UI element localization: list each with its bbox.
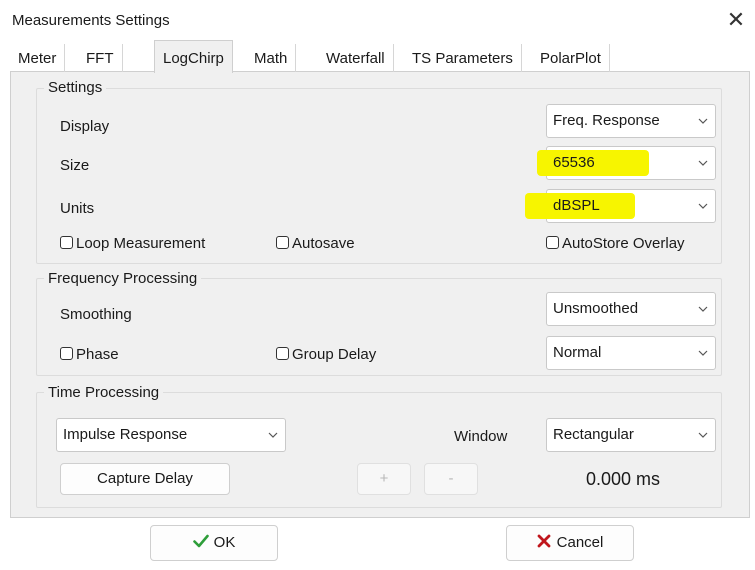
display-select-value: Freq. Response (553, 112, 660, 129)
smoothing-label: Smoothing (60, 306, 132, 323)
settings-group-title: Settings (44, 79, 107, 97)
checkmark-icon (192, 534, 209, 548)
chevron-down-icon (698, 350, 708, 356)
size-label: Size (60, 157, 90, 174)
display-select[interactable]: Freq. Response (546, 104, 716, 138)
checkbox-box (546, 236, 559, 249)
frequency-mode-value: Normal (553, 344, 602, 361)
loop-measurement-checkbox[interactable]: Loop Measurement (60, 234, 205, 254)
checkbox-box (60, 347, 73, 360)
autosave-checkbox[interactable]: Autosave (276, 234, 355, 254)
window-title: Measurements Settings (12, 12, 170, 29)
units-select[interactable]: dBSPL (525, 189, 716, 223)
delay-value: 0.000 ms (586, 469, 661, 489)
increment-button[interactable]: + (357, 463, 411, 495)
chevron-down-icon (698, 306, 708, 312)
tab-math[interactable]: Math (246, 44, 297, 72)
phase-checkbox[interactable]: Phase (60, 345, 119, 365)
capture-delay-button[interactable]: Capture Delay (60, 463, 230, 495)
group-delay-checkbox[interactable]: Group Delay (276, 345, 376, 365)
chevron-down-icon (698, 432, 708, 438)
window-select[interactable]: Rectangular (546, 418, 716, 452)
display-label: Display (60, 118, 110, 135)
chevron-down-icon (268, 432, 278, 438)
tab-polarplot[interactable]: PolarPlot (532, 44, 610, 72)
cancel-label: Cancel (556, 534, 604, 551)
autosave-label: Autosave (292, 235, 355, 252)
smoothing-select-value: Unsmoothed (553, 300, 639, 317)
tab-fft[interactable]: FFT (78, 44, 123, 72)
tab-meter[interactable]: Meter (10, 44, 66, 72)
units-label: Units (60, 200, 95, 217)
response-type-value: Impulse Response (63, 426, 188, 443)
smoothing-select[interactable]: Unsmoothed (546, 292, 716, 326)
size-select-value: 65536 (553, 154, 595, 171)
phase-label: Phase (76, 346, 119, 363)
autostore-overlay-checkbox[interactable]: AutoStore Overlay (546, 234, 685, 254)
group-delay-label: Group Delay (292, 346, 377, 363)
tab-ts-parameters[interactable]: TS Parameters (404, 44, 522, 72)
dialog-footer (0, 518, 755, 570)
x-icon (537, 534, 551, 548)
autostore-overlay-label: AutoStore Overlay (562, 235, 685, 252)
tab-logchirp[interactable]: LogChirp (154, 40, 233, 73)
ok-button[interactable]: OK (150, 525, 278, 561)
decrement-button[interactable]: - (424, 463, 478, 495)
chevron-down-icon (698, 160, 708, 166)
tab-waterfall[interactable]: Waterfall (318, 44, 394, 72)
checkbox-box (60, 236, 73, 249)
units-select-value: dBSPL (553, 197, 600, 214)
size-select[interactable]: 65536 (537, 146, 716, 180)
ok-label: OK (213, 534, 236, 551)
chevron-down-icon (698, 203, 708, 209)
frequency-mode-select[interactable]: Normal (546, 336, 716, 370)
frequency-processing-title: Frequency Processing (44, 270, 202, 288)
checkbox-box (276, 347, 289, 360)
chevron-down-icon (698, 118, 708, 124)
time-processing-title: Time Processing (44, 384, 164, 402)
close-icon[interactable]: ✕ (722, 6, 750, 34)
window-label: Window (454, 428, 508, 445)
cancel-button[interactable]: Cancel (506, 525, 634, 561)
response-type-select[interactable]: Impulse Response (56, 418, 286, 452)
loop-measurement-label: Loop Measurement (76, 235, 206, 252)
window-select-value: Rectangular (553, 426, 634, 443)
checkbox-box (276, 236, 289, 249)
